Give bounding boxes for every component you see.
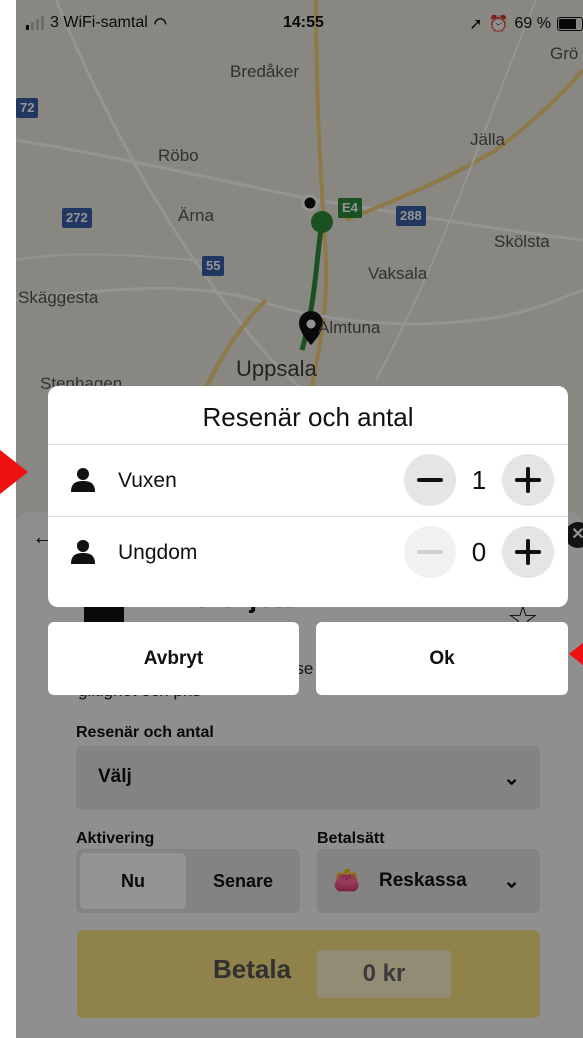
person-icon: [71, 468, 95, 492]
annotation-arrow-right: [569, 638, 583, 670]
traveler-count: 0: [471, 536, 487, 567]
phone-screen: Bredåker Grö Röbo Jälla Ärna Skölsta Vak…: [16, 0, 583, 1038]
traveler-row-youth: Ungdom 0: [48, 517, 568, 588]
increment-button[interactable]: [502, 454, 554, 506]
cancel-button[interactable]: Avbryt: [48, 622, 299, 695]
decrement-button[interactable]: [404, 454, 456, 506]
ok-button[interactable]: Ok: [316, 622, 568, 695]
traveler-type-label: Vuxen: [118, 469, 177, 492]
decrement-button[interactable]: [404, 526, 456, 578]
traveler-type-label: Ungdom: [118, 541, 198, 564]
youth-person-icon: [71, 540, 95, 564]
quantity-stepper: 0: [404, 526, 554, 578]
annotation-arrow-left: [0, 450, 28, 494]
increment-button[interactable]: [502, 526, 554, 578]
dialog-title: Resenär och antal: [48, 386, 568, 445]
traveler-row-adult: Vuxen 1: [48, 445, 568, 517]
traveler-dialog: Resenär och antal Vuxen 1 Ungdom 0: [48, 386, 568, 607]
traveler-count: 1: [471, 464, 487, 495]
quantity-stepper: 1: [404, 454, 554, 506]
